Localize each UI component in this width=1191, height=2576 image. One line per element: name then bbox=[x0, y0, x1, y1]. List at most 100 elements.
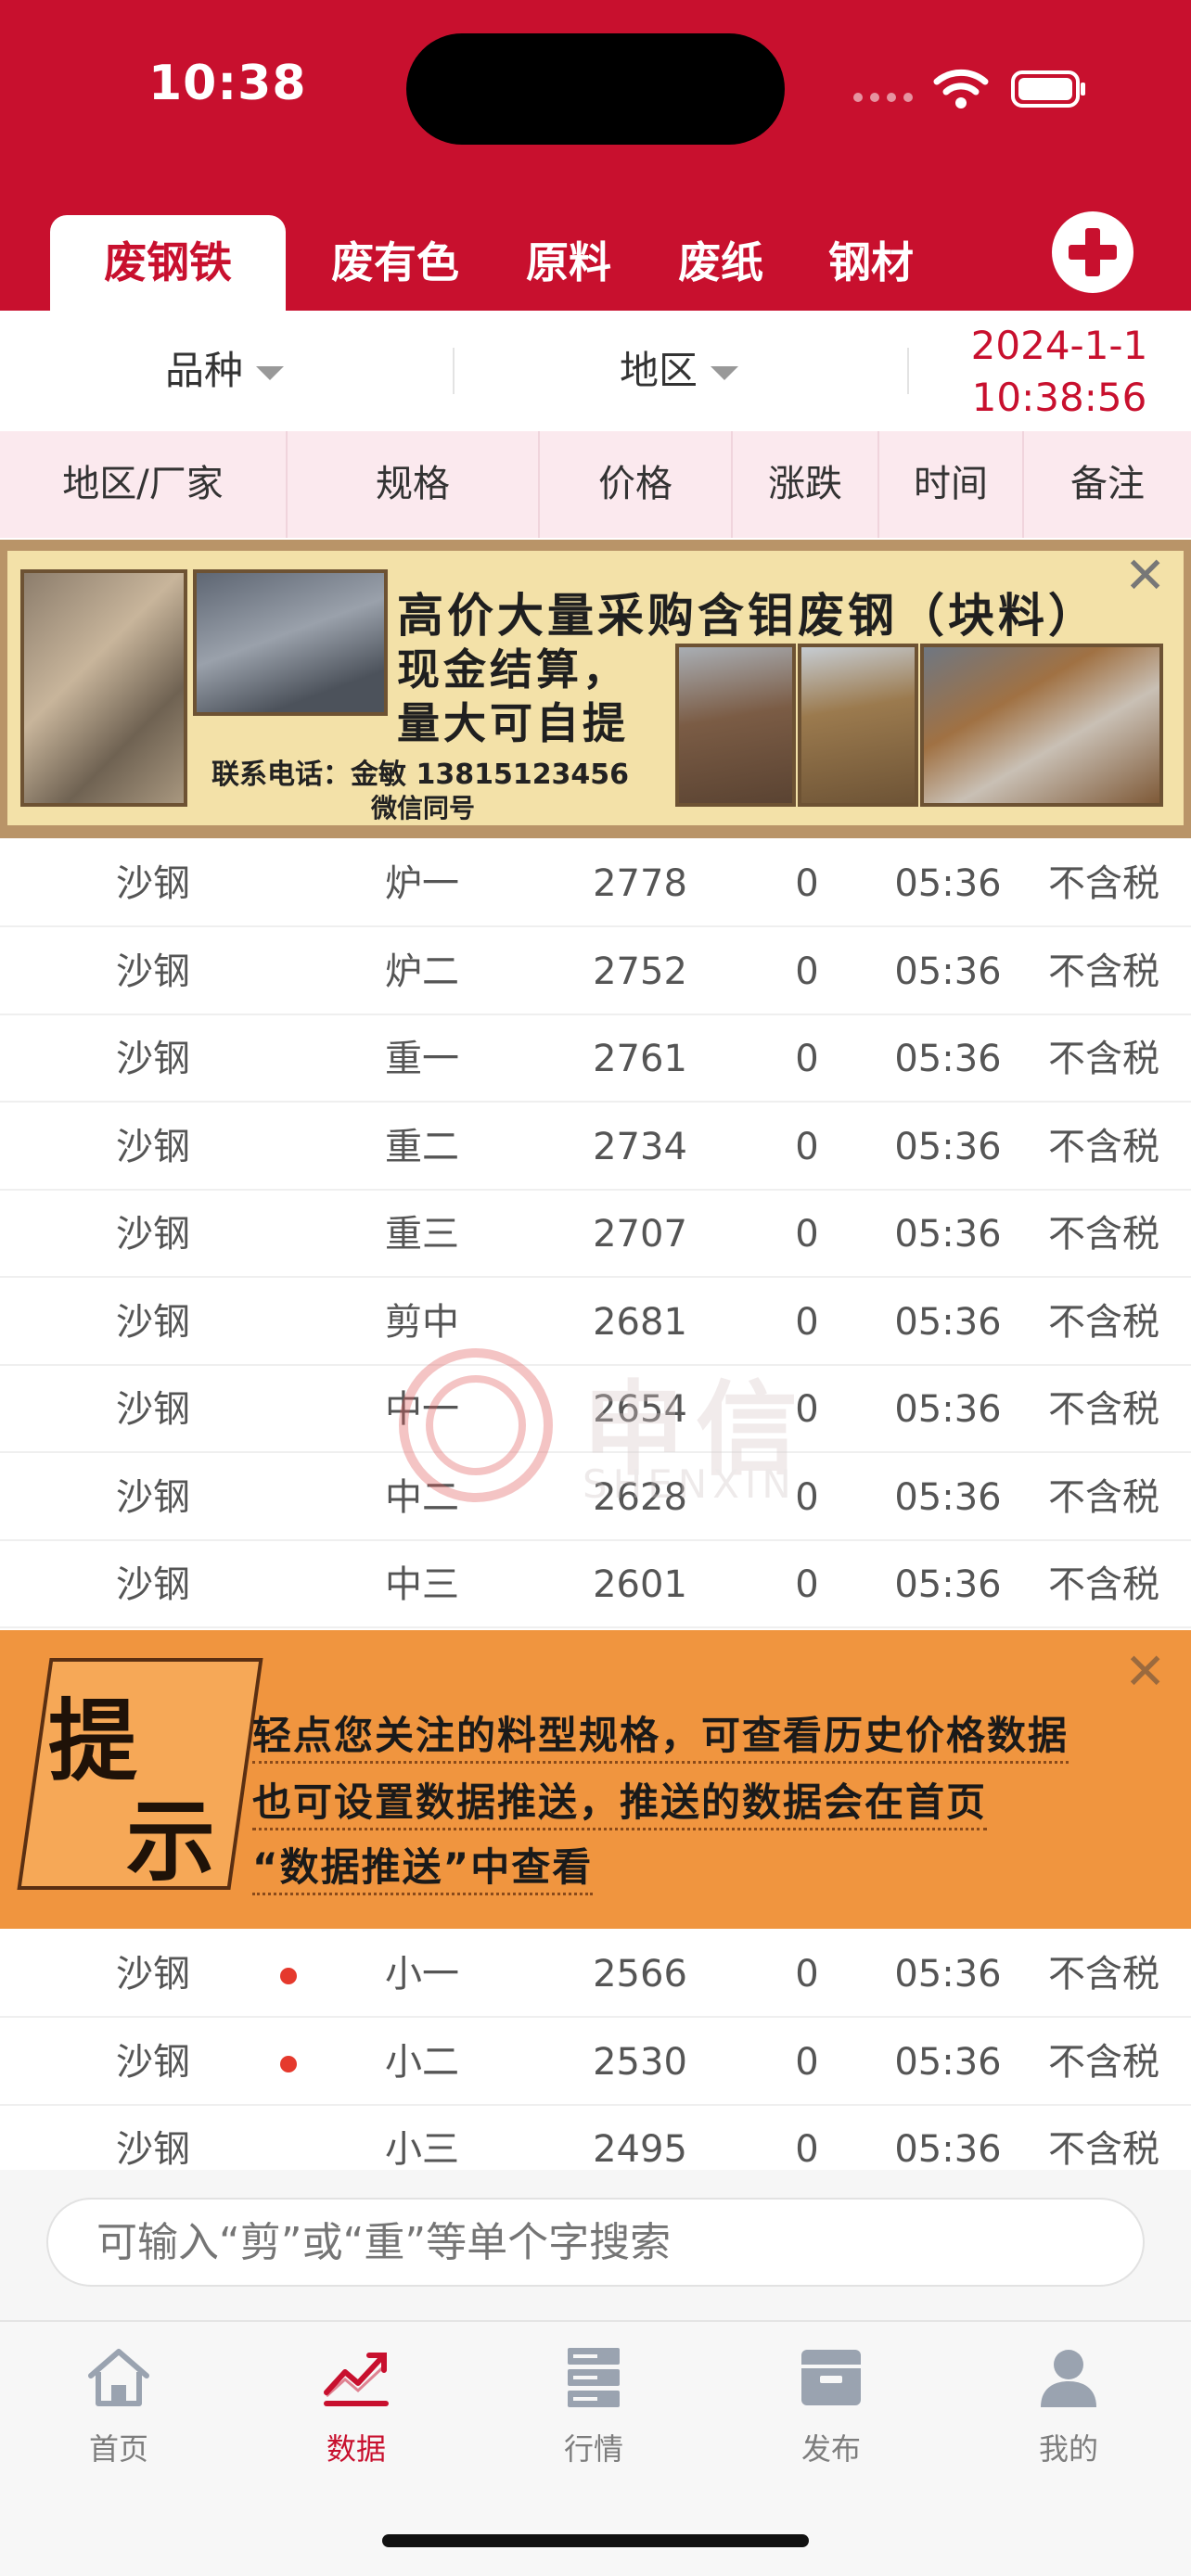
update-date: 2024-1-1 bbox=[970, 323, 1148, 368]
search-input[interactable] bbox=[46, 2198, 1145, 2287]
chart-icon bbox=[324, 2353, 389, 2406]
nav-publish-label: 发布 bbox=[800, 2431, 861, 2467]
cell-change: 0 bbox=[795, 1953, 819, 1996]
region-filter[interactable]: 地区 bbox=[620, 311, 739, 431]
region-filter-label: 地区 bbox=[620, 348, 698, 393]
tip-line-2: 也可设置数据推送，推送的数据会在首页 bbox=[252, 1771, 988, 1830]
ad-line-1: 现金结算， bbox=[397, 644, 629, 695]
cell-spec: 中三 bbox=[385, 1563, 459, 1606]
home-indicator bbox=[382, 2534, 809, 2547]
nav-mine[interactable]: 我的 bbox=[950, 2322, 1187, 2489]
status-time: 10:38 bbox=[148, 56, 307, 111]
update-time: 10:38:56 bbox=[971, 375, 1147, 420]
table-row[interactable]: 沙钢 中三 2601 0 05:36 不含税 bbox=[0, 1541, 1191, 1628]
cell-time: 05:36 bbox=[894, 1563, 1002, 1606]
cell-region: 沙钢 bbox=[116, 1563, 190, 1606]
table-row[interactable]: 沙钢 小二 2530 0 05:36 不含税 bbox=[0, 2018, 1191, 2106]
nav-mine-label: 我的 bbox=[1038, 2431, 1098, 2467]
cell-time: 05:36 bbox=[894, 1125, 1002, 1168]
col-change: 涨跌 bbox=[733, 431, 879, 538]
caret-down-icon bbox=[711, 365, 739, 380]
watermark-logo: 申信 SHENXIN bbox=[397, 1346, 824, 1507]
col-time: 时间 bbox=[879, 431, 1024, 538]
cell-note: 不含税 bbox=[1048, 950, 1159, 993]
cell-note: 不含税 bbox=[1048, 1475, 1159, 1519]
cell-time: 05:36 bbox=[894, 1475, 1002, 1519]
ad-wechat: 微信同号 bbox=[371, 793, 476, 823]
cell-change: 0 bbox=[795, 1213, 819, 1256]
cell-time: 05:36 bbox=[894, 862, 1002, 905]
table-row[interactable]: 沙钢 重二 2734 0 05:36 不含税 bbox=[0, 1103, 1191, 1191]
cell-price: 2734 bbox=[593, 1125, 687, 1168]
server-icon bbox=[568, 2348, 620, 2407]
tip-line-3: “数据推送”中查看 bbox=[252, 1836, 594, 1895]
cell-spec: 重三 bbox=[385, 1213, 459, 1256]
cell-spec: 小一 bbox=[385, 1953, 459, 1996]
cell-region: 沙钢 bbox=[116, 1038, 190, 1080]
caret-down-icon bbox=[256, 365, 285, 380]
cell-price: 2601 bbox=[593, 1563, 687, 1606]
variety-filter[interactable]: 品种 bbox=[165, 311, 285, 431]
cell-region: 沙钢 bbox=[116, 950, 190, 993]
col-spec: 规格 bbox=[288, 431, 540, 538]
nav-home[interactable]: 首页 bbox=[0, 2322, 237, 2489]
cell-note: 不含税 bbox=[1048, 1213, 1159, 1256]
divider bbox=[453, 348, 455, 394]
cell-region: 沙钢 bbox=[116, 1213, 190, 1256]
tab-steel[interactable]: 钢材 bbox=[811, 215, 931, 311]
cell-spec: 炉二 bbox=[385, 950, 459, 993]
cell-change: 0 bbox=[795, 1125, 819, 1168]
cell-price: 2566 bbox=[593, 1953, 687, 1996]
cell-note: 不含税 bbox=[1048, 1300, 1159, 1344]
ad-photo bbox=[798, 644, 918, 807]
table-row[interactable]: 沙钢 炉一 2778 0 05:36 不含税 bbox=[0, 840, 1191, 927]
table-row[interactable]: 沙钢 重三 2707 0 05:36 不含税 bbox=[0, 1191, 1191, 1278]
cell-region: 沙钢 bbox=[116, 1475, 190, 1519]
cell-price: 2761 bbox=[593, 1038, 687, 1080]
box-icon bbox=[801, 2350, 861, 2405]
cell-time: 05:36 bbox=[894, 2040, 1002, 2084]
cell-region: 沙钢 bbox=[116, 1388, 190, 1431]
cell-time: 05:36 bbox=[894, 1213, 1002, 1256]
cell-note: 不含税 bbox=[1048, 1125, 1159, 1168]
watermark-en: SHENXIN bbox=[583, 1461, 797, 1507]
cell-time: 05:36 bbox=[894, 1388, 1002, 1431]
cell-note: 不含税 bbox=[1048, 1038, 1159, 1080]
table-row[interactable]: 沙钢 炉二 2752 0 05:36 不含税 bbox=[0, 927, 1191, 1015]
tab-scrap-steel[interactable]: 废钢铁 bbox=[50, 215, 286, 311]
dynamic-island bbox=[406, 33, 785, 145]
cell-region: 沙钢 bbox=[116, 1953, 190, 1996]
category-tabs: 废钢铁 废有色 原料 废纸 钢材 bbox=[0, 215, 1191, 311]
variety-filter-label: 品种 bbox=[165, 348, 244, 393]
cell-price: 2530 bbox=[593, 2040, 687, 2084]
close-icon[interactable]: ✕ bbox=[1124, 551, 1166, 601]
close-icon[interactable]: ✕ bbox=[1124, 1647, 1166, 1697]
nav-market[interactable]: 行情 bbox=[475, 2322, 712, 2489]
table-row[interactable]: 沙钢 小一 2566 0 05:36 不含税 bbox=[0, 1931, 1191, 2018]
ad-contact: 联系电话：金敏 13815123456 bbox=[211, 759, 630, 791]
battery-icon bbox=[1011, 70, 1085, 108]
cell-note: 不含税 bbox=[1048, 1953, 1159, 1996]
nav-publish[interactable]: 发布 bbox=[712, 2322, 950, 2489]
tab-raw-materials[interactable]: 原料 bbox=[508, 215, 629, 311]
cell-region: 沙钢 bbox=[116, 1125, 190, 1168]
cell-change: 0 bbox=[795, 1563, 819, 1606]
tab-nonferrous[interactable]: 废有色 bbox=[319, 215, 471, 311]
tab-waste-paper[interactable]: 废纸 bbox=[660, 215, 781, 311]
tip-char-1: 提 bbox=[48, 1690, 137, 1793]
nav-data[interactable]: 数据 bbox=[237, 2322, 475, 2489]
search-area bbox=[0, 2170, 1191, 2320]
wifi-icon bbox=[933, 69, 989, 108]
cell-time: 05:36 bbox=[894, 1300, 1002, 1344]
cell-spec: 重二 bbox=[385, 1125, 459, 1168]
col-price: 价格 bbox=[540, 431, 733, 538]
cell-note: 不含税 bbox=[1048, 1388, 1159, 1431]
add-button[interactable] bbox=[1052, 211, 1133, 293]
table-row[interactable]: 沙钢 重一 2761 0 05:36 不含税 bbox=[0, 1015, 1191, 1103]
cell-note: 不含税 bbox=[1048, 862, 1159, 905]
divider bbox=[907, 348, 909, 394]
tip-banner[interactable]: 提 示 轻点您关注的料型规格，可查看历史价格数据 也可设置数据推送，推送的数据会… bbox=[0, 1630, 1191, 1929]
cell-spec: 重一 bbox=[385, 1038, 459, 1080]
col-region: 地区/厂家 bbox=[0, 431, 288, 538]
ad-banner[interactable]: 高价大量采购含钼废钢（块料） 现金结算， 量大可自提 联系电话：金敏 13815… bbox=[0, 540, 1191, 838]
